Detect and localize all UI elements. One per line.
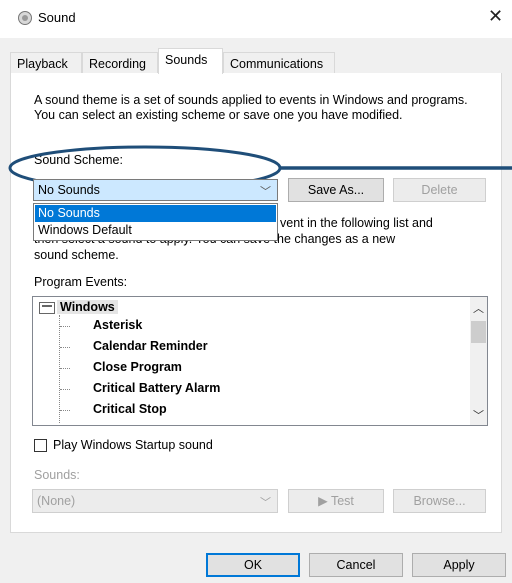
tree-item-critical-stop[interactable]: Critical Stop — [93, 402, 167, 416]
apply-button[interactable]: Apply — [412, 553, 506, 577]
browse-button[interactable]: Browse... — [393, 489, 486, 513]
tree-connector — [60, 347, 70, 348]
speaker-icon — [17, 10, 33, 26]
sounds-select[interactable]: (None) ﹀ — [32, 489, 278, 513]
dropdown-option-no-sounds[interactable]: No Sounds — [35, 205, 276, 222]
tree-connector — [60, 389, 70, 390]
play-icon: ▶ — [318, 494, 328, 508]
tree-root-windows[interactable]: Windows — [57, 300, 118, 314]
startup-sound-checkbox[interactable] — [34, 439, 47, 452]
events-description-line3: sound scheme. — [34, 248, 119, 262]
tree-connector — [60, 368, 70, 369]
sound-scheme-combobox[interactable]: No Sounds ﹀ — [33, 179, 278, 201]
save-as-button[interactable]: Save As... — [288, 178, 384, 202]
startup-sound-label: Play Windows Startup sound — [53, 438, 213, 452]
tree-item-critical-battery-alarm[interactable]: Critical Battery Alarm — [93, 381, 220, 395]
test-button[interactable]: ▶ Test — [288, 489, 384, 513]
sound-theme-description: A sound theme is a set of sounds applied… — [34, 93, 468, 122]
program-events-list[interactable]: Windows Asterisk Calendar Reminder Close… — [32, 296, 488, 426]
chevron-down-icon: ﹀ — [260, 186, 271, 198]
sounds-select-value: (None) — [37, 494, 76, 508]
tree-vertical-connector — [59, 315, 60, 423]
vertical-scrollbar[interactable]: ︿ ﹀ — [470, 297, 487, 425]
tree-item-calendar-reminder[interactable]: Calendar Reminder — [93, 339, 208, 353]
tab-communications[interactable]: Communications — [223, 52, 335, 73]
program-events-label: Program Events: — [34, 275, 128, 289]
ok-button[interactable]: OK — [206, 553, 300, 577]
sound-scheme-value: No Sounds — [38, 183, 100, 197]
tab-recording[interactable]: Recording — [82, 52, 158, 73]
sound-scheme-dropdown[interactable]: No Sounds Windows Default — [33, 203, 278, 241]
cancel-button[interactable]: Cancel — [309, 553, 403, 577]
sounds-label: Sounds: — [34, 468, 80, 482]
tree-item-asterisk[interactable]: Asterisk — [93, 318, 142, 332]
windows-folder-icon — [39, 302, 55, 314]
events-description-line1: vent in the following list and — [280, 216, 433, 230]
title-bar — [0, 0, 512, 38]
scroll-down-icon[interactable]: ﹀ — [473, 407, 484, 423]
tree-connector — [60, 326, 70, 327]
scrollbar-thumb[interactable] — [471, 321, 486, 343]
tree-item-close-program[interactable]: Close Program — [93, 360, 182, 374]
tree-connector — [60, 410, 70, 411]
scroll-up-icon[interactable]: ︿ — [473, 300, 484, 316]
test-button-label: Test — [330, 494, 354, 508]
close-icon[interactable]: ✕ — [488, 6, 503, 27]
tab-sounds[interactable]: Sounds — [158, 48, 223, 74]
delete-button[interactable]: Delete — [393, 178, 486, 202]
chevron-down-icon: ﹀ — [260, 497, 271, 509]
dropdown-option-windows-default[interactable]: Windows Default — [35, 222, 276, 239]
window-title: Sound — [38, 10, 76, 25]
tab-playback[interactable]: Playback — [10, 52, 82, 73]
